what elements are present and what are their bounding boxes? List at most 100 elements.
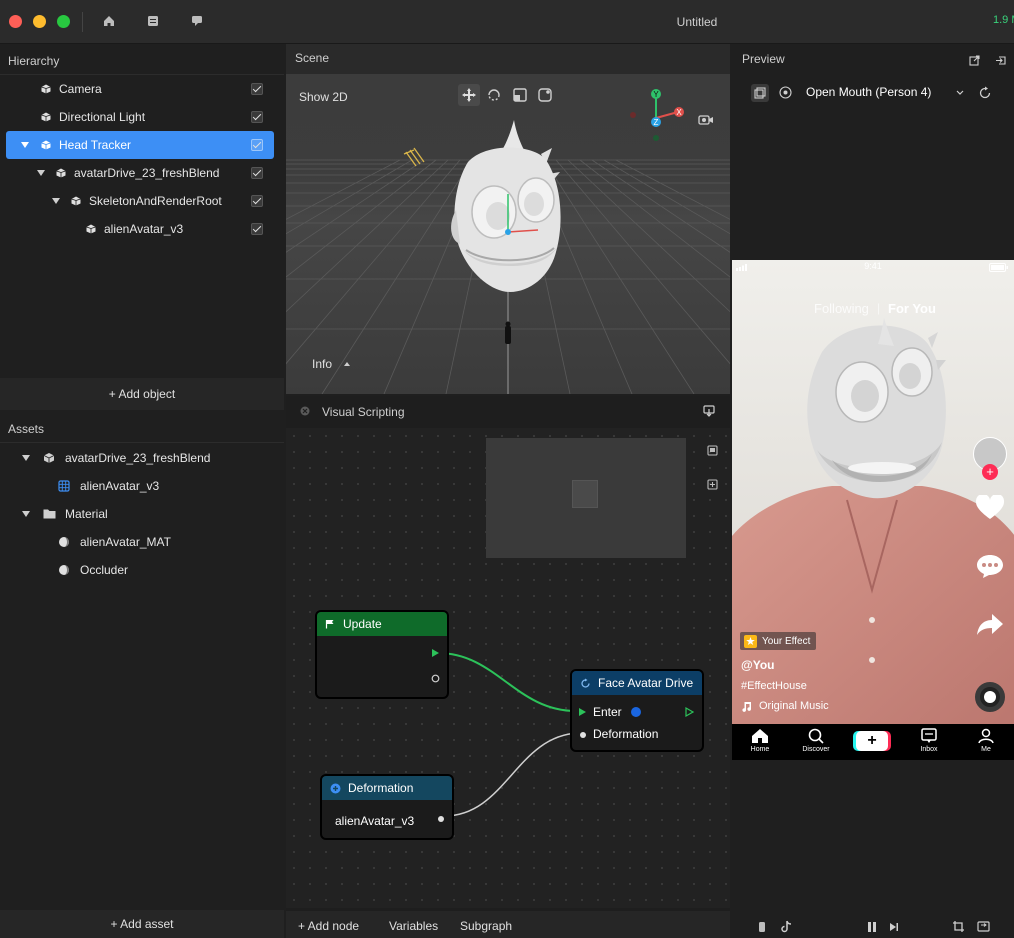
nav-me[interactable]: Me: [961, 728, 1011, 753]
chevron-down-icon: [956, 90, 964, 95]
exec-in-port[interactable]: [578, 707, 587, 717]
nav-inbox[interactable]: Inbox: [904, 728, 954, 753]
close-panel-icon[interactable]: [300, 406, 310, 416]
asset-item-alien-avatar-mesh[interactable]: alienAvatar_v3: [0, 472, 284, 500]
enter-value-port[interactable]: [631, 707, 641, 717]
nav-discover-label: Discover: [802, 746, 830, 753]
asset-item-avatar-drive[interactable]: avatarDrive_23_freshBlend: [0, 444, 284, 472]
crop-icon[interactable]: [952, 920, 965, 933]
hierarchy-item-camera[interactable]: Camera: [0, 75, 284, 103]
show-2d-toggle[interactable]: Show 2D: [299, 90, 348, 104]
step-forward-icon[interactable]: [889, 922, 899, 932]
visibility-checkbox[interactable]: [251, 139, 263, 151]
screen-swap-icon[interactable]: [977, 920, 990, 933]
following-tab[interactable]: Following: [814, 301, 869, 316]
flag-icon: [325, 620, 334, 629]
profile-icon: [978, 728, 994, 744]
visibility-checkbox[interactable]: [251, 167, 263, 179]
info-toggle[interactable]: Info: [312, 357, 350, 371]
for-you-tab[interactable]: For You: [888, 301, 936, 316]
asset-item-alien-avatar-mat[interactable]: alienAvatar_MAT: [0, 528, 284, 556]
screen-mode-button[interactable]: [751, 84, 769, 102]
add-node-button[interactable]: + Add node: [298, 919, 359, 933]
add-asset-button[interactable]: + Add asset: [0, 910, 284, 938]
hierarchy-item-directional-light[interactable]: Directional Light: [0, 103, 284, 131]
camera-view-icon[interactable]: [698, 114, 714, 126]
hierarchy-item-skeleton-root[interactable]: SkeletonAndRenderRoot: [0, 187, 284, 215]
expand-caret-icon[interactable]: [21, 142, 29, 148]
nav-discover[interactable]: Discover: [791, 728, 841, 753]
add-object-button[interactable]: + Add object: [0, 378, 284, 410]
visibility-checkbox[interactable]: [251, 111, 263, 123]
search-icon: [808, 728, 824, 744]
object-cube-icon: [86, 224, 96, 234]
preview-video-selected: Open Mouth (Person 4): [806, 85, 932, 99]
assets-panel: Assets avatarDrive_23_freshBlend alienAv…: [0, 414, 284, 938]
effect-badge[interactable]: Your Effect: [740, 632, 817, 650]
rotate-tool-icon[interactable]: [486, 87, 502, 103]
assets-divider: [0, 442, 284, 443]
fps-readout: 1.9 M: [993, 14, 1014, 26]
hierarchy-item-label: Head Tracker: [59, 138, 132, 152]
caption-username[interactable]: @You: [741, 658, 774, 672]
feed-tab-separator: |: [877, 301, 881, 315]
comment-icon[interactable]: [976, 553, 1004, 579]
hierarchy-item-alien-avatar[interactable]: alienAvatar_v3: [0, 215, 284, 243]
info-label: Info: [312, 357, 333, 371]
phone-device-icon[interactable]: [758, 921, 766, 933]
update-node-header[interactable]: Update: [317, 612, 447, 636]
asset-item-material-folder[interactable]: Material: [0, 500, 284, 528]
alien-avatar-model[interactable]: [446, 114, 570, 299]
music-disc-icon[interactable]: [975, 682, 1005, 712]
nav-home[interactable]: Home: [735, 728, 785, 753]
caption-music[interactable]: Original Music: [759, 700, 829, 712]
popout-icon[interactable]: [969, 55, 980, 66]
variables-button[interactable]: Variables: [389, 919, 438, 933]
tiktok-icon[interactable]: [781, 920, 793, 933]
visibility-checkbox[interactable]: [251, 223, 263, 235]
exec-out-port[interactable]: [685, 707, 694, 717]
layers-icon: [754, 87, 766, 99]
phone-preview[interactable]: 9:41 Following | For You + Your Effect @…: [732, 260, 1014, 760]
face-avatar-drive-header[interactable]: Face Avatar Drive: [572, 671, 702, 695]
caption-hashtag[interactable]: #EffectHouse: [741, 680, 807, 692]
scene-viewport[interactable]: Show 2D Y X Z Info: [286, 74, 730, 394]
scale-tool-icon[interactable]: [512, 87, 528, 103]
expand-caret-icon[interactable]: [52, 198, 60, 204]
value-out-port[interactable]: [431, 674, 440, 683]
export-icon[interactable]: [703, 405, 715, 417]
share-icon[interactable]: [976, 612, 1004, 636]
hierarchy-item-avatar-drive[interactable]: avatarDrive_23_freshBlend: [0, 159, 284, 187]
effect-star-icon: [744, 634, 757, 648]
follow-plus-icon[interactable]: +: [982, 464, 998, 480]
enter-icon[interactable]: [995, 55, 1006, 66]
move-tool-button[interactable]: [458, 84, 480, 106]
play-circle-icon[interactable]: [779, 86, 792, 99]
create-button[interactable]: +: [856, 731, 888, 751]
rect-tool-icon[interactable]: [537, 87, 553, 103]
preview-video-select[interactable]: Open Mouth (Person 4): [800, 82, 974, 104]
graph-canvas[interactable]: Update Face Avatar Drive Enter Deformati…: [286, 428, 730, 908]
hierarchy-item-head-tracker[interactable]: Head Tracker: [6, 131, 274, 159]
subgraph-button[interactable]: Subgraph: [460, 919, 512, 933]
expand-caret-icon[interactable]: [22, 455, 30, 461]
deformation-node[interactable]: Deformation alienAvatar_v3: [320, 774, 454, 840]
exec-out-port[interactable]: [431, 648, 440, 658]
face-avatar-drive-node[interactable]: Face Avatar Drive Enter Deformation: [570, 669, 704, 752]
expand-caret-icon[interactable]: [37, 170, 45, 176]
deformation-in-port[interactable]: [580, 732, 586, 738]
refresh-icon[interactable]: [978, 86, 992, 100]
deformation-out-port[interactable]: [438, 816, 444, 822]
deformation-node-header[interactable]: Deformation: [322, 776, 452, 800]
expand-caret-icon[interactable]: [22, 511, 30, 517]
orientation-gizmo[interactable]: Y X Z: [628, 86, 688, 148]
update-node[interactable]: Update: [315, 610, 449, 699]
visibility-checkbox[interactable]: [251, 195, 263, 207]
visibility-checkbox[interactable]: [251, 83, 263, 95]
pause-icon[interactable]: [866, 921, 878, 933]
preview-title: Preview: [742, 52, 785, 66]
asset-item-occluder[interactable]: Occluder: [0, 556, 284, 584]
nav-me-label: Me: [981, 746, 991, 753]
heart-icon[interactable]: [975, 495, 1005, 521]
assets-title: Assets: [8, 422, 45, 436]
